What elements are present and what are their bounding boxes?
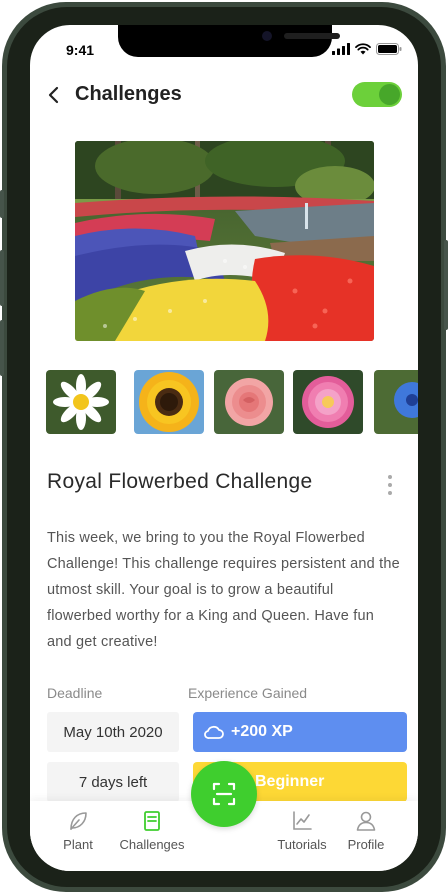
volume-up-button bbox=[0, 250, 4, 306]
app-header: Challenges bbox=[30, 81, 418, 109]
thumbnail-cornflower[interactable] bbox=[374, 370, 418, 434]
nav-label-challenges: Challenges bbox=[119, 837, 185, 852]
hero-flowerbed-image bbox=[75, 141, 374, 341]
deadline-value: May 10th 2020 bbox=[47, 712, 179, 752]
battery-icon bbox=[376, 43, 402, 55]
scan-button[interactable] bbox=[191, 761, 257, 827]
signal-icon bbox=[332, 43, 350, 55]
level-value: Beginner bbox=[255, 773, 325, 790]
app-screen: 9:41 Challenges Royal Flowerbed Challeng… bbox=[30, 25, 418, 871]
thumbnail-rose[interactable] bbox=[214, 370, 284, 434]
more-options-icon[interactable] bbox=[386, 473, 394, 497]
deadline-label: Deadline bbox=[47, 685, 103, 701]
chart-icon bbox=[293, 811, 312, 830]
challenge-title: Royal Flowerbed Challenge bbox=[47, 470, 313, 493]
nav-item-plant[interactable]: Plant bbox=[38, 809, 118, 852]
front-camera bbox=[262, 31, 272, 41]
nav-label-plant: Plant bbox=[63, 837, 93, 852]
scan-icon bbox=[212, 782, 236, 806]
side-button bbox=[0, 190, 4, 218]
notch bbox=[118, 25, 340, 57]
leaf-icon bbox=[70, 812, 87, 830]
book-icon bbox=[144, 811, 160, 831]
xp-value: +200 XP bbox=[231, 723, 293, 740]
nav-label-profile: Profile bbox=[347, 837, 385, 852]
challenge-description: This week, we bring to you the Royal Flo… bbox=[47, 530, 400, 650]
toggle-knob bbox=[379, 84, 400, 105]
cloud-icon bbox=[204, 725, 224, 739]
days-left-value: 7 days left bbox=[47, 762, 179, 802]
power-button bbox=[444, 240, 448, 330]
phone-device: 9:41 Challenges Royal Flowerbed Challeng… bbox=[0, 0, 448, 894]
speaker-grille bbox=[284, 33, 340, 39]
back-chevron-icon[interactable] bbox=[44, 83, 64, 107]
experience-label: Experience Gained bbox=[188, 685, 308, 701]
nav-item-challenges[interactable]: Challenges bbox=[112, 809, 192, 852]
user-icon bbox=[356, 811, 376, 831]
volume-down-button bbox=[0, 320, 4, 376]
thumbnail-sunflower[interactable] bbox=[134, 370, 204, 434]
status-icons bbox=[332, 43, 402, 55]
page-title: Challenges bbox=[75, 83, 182, 105]
thumbnail-strip[interactable] bbox=[46, 370, 418, 436]
xp-badge: +200 XP bbox=[193, 712, 407, 752]
wifi-icon bbox=[355, 43, 371, 55]
nav-item-profile[interactable]: Profile bbox=[326, 809, 406, 852]
status-time: 9:41 bbox=[66, 42, 95, 58]
thumbnail-daisy[interactable] bbox=[46, 370, 116, 434]
thumbnail-dahlia[interactable] bbox=[293, 370, 363, 434]
notifications-toggle[interactable] bbox=[352, 82, 402, 107]
